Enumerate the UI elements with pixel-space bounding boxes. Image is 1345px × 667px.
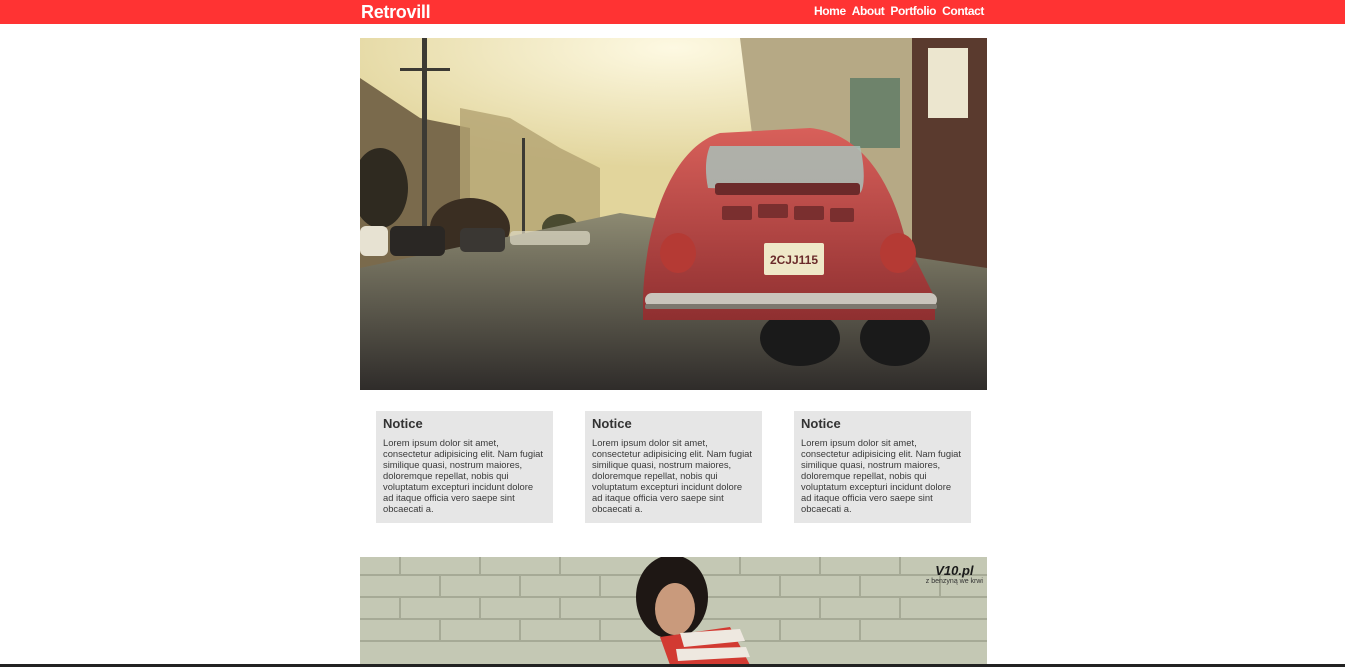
notice-card: Notice Lorem ipsum dolor sit amet, conse… [794,411,971,523]
hero-image: 2CJJ115 [360,38,987,390]
nav-portfolio-link[interactable]: Portfolio [890,4,936,18]
notice-cards: Notice Lorem ipsum dolor sit amet, conse… [376,411,971,523]
watermark-tagline: z benzyną we krwi [925,578,983,585]
brick-wall-illustration [360,557,987,665]
notice-card-title: Notice [592,416,632,431]
notice-card-title: Notice [801,416,841,431]
main-nav: Home About Portfolio Contact [814,4,984,18]
top-navbar: Retrovill Home About Portfolio Contact [0,0,1345,24]
notice-card: Notice Lorem ipsum dolor sit amet, conse… [376,411,553,523]
notice-card-body: Lorem ipsum dolor sit amet, consectetur … [383,437,543,514]
hero-car-illustration: 2CJJ115 [360,38,987,390]
watermark-logo-text: V10.pl [935,563,974,578]
second-photo: V10.pl z benzyną we krwi [360,557,987,665]
brand-logo[interactable]: Retrovill [361,1,431,23]
notice-card-title: Notice [383,416,423,431]
watermark-logo: V10.pl z benzyną we krwi [926,563,983,585]
nav-contact-link[interactable]: Contact [942,4,984,18]
nav-home-link[interactable]: Home [814,4,846,18]
notice-card: Notice Lorem ipsum dolor sit amet, conse… [585,411,762,523]
license-plate-text: 2CJJ115 [770,253,818,267]
notice-card-body: Lorem ipsum dolor sit amet, consectetur … [592,437,752,514]
notice-card-body: Lorem ipsum dolor sit amet, consectetur … [801,437,961,514]
nav-about-link[interactable]: About [852,4,885,18]
